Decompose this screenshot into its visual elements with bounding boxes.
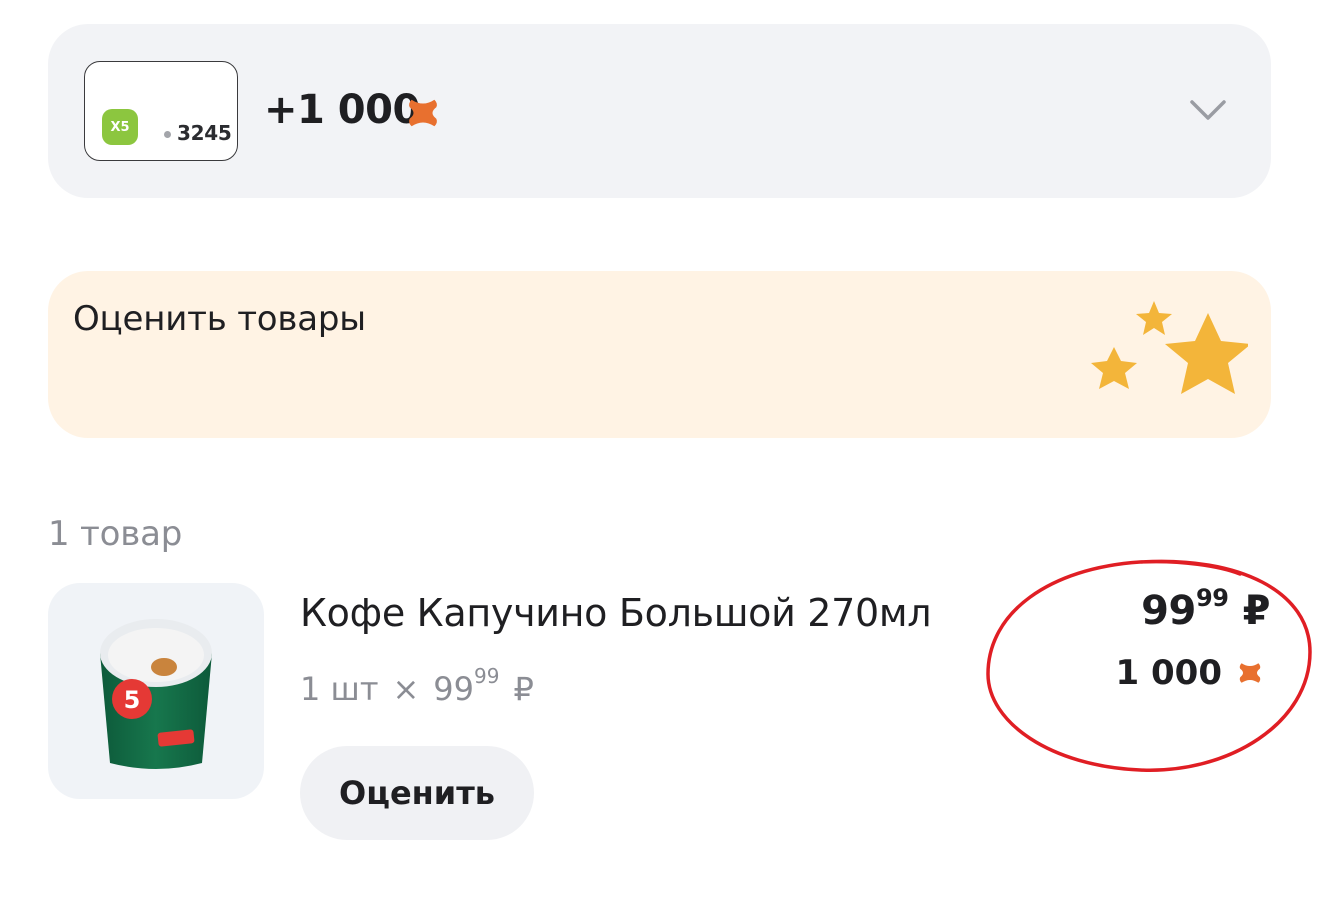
bonus-total: +1 000	[264, 87, 420, 133]
product-quantity-price: 1 шт × 99 99 ₽	[300, 664, 534, 710]
unit-price-cents: 99	[473, 664, 500, 688]
rate-button[interactable]: Оценить	[300, 746, 534, 840]
svg-text:5: 5	[124, 686, 141, 714]
loyalty-card-thumbnail: X5 3245	[84, 61, 238, 161]
rate-products-banner[interactable]: Оценить товары	[48, 271, 1271, 438]
coffee-cup-image: 5	[100, 619, 212, 769]
chevron-down-icon[interactable]	[1189, 98, 1227, 124]
card-number-dot	[164, 131, 171, 138]
x5-points-icon	[409, 99, 437, 127]
rate-products-title: Оценить товары	[73, 299, 366, 339]
highlight-ellipse	[986, 559, 1312, 772]
unit-price-currency: ₽	[513, 670, 534, 708]
loyalty-card-row[interactable]: X5 3245 +1 000	[48, 24, 1271, 198]
product-title: Кофе Капучино Большой 270мл	[300, 591, 932, 635]
x5-logo-icon: X5	[102, 109, 138, 145]
unit-price-main: 99	[433, 670, 474, 708]
product-image[interactable]: 5	[48, 583, 264, 799]
card-number: 3245	[177, 121, 232, 145]
product-quantity: 1 шт	[300, 670, 379, 708]
x5-logo-text: X5	[110, 119, 130, 135]
times-sign: ×	[392, 670, 420, 708]
items-count: 1 товар	[48, 514, 183, 554]
stars-icon	[1091, 301, 1248, 394]
